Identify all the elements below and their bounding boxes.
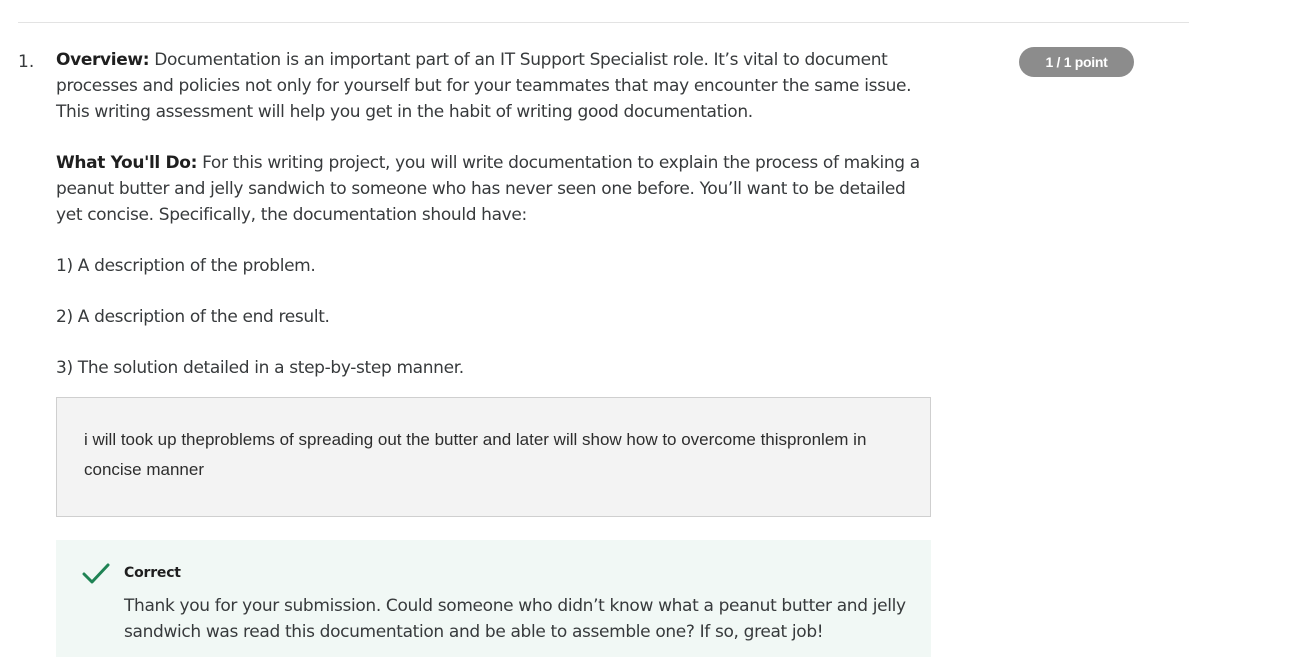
requirement-item: 2) A description of the end result. <box>56 307 330 327</box>
requirement-item: 3) The solution detailed in a step-by-st… <box>56 358 464 378</box>
feedback-text: Thank you for your submission. Could som… <box>124 596 906 642</box>
points-badge: 1 / 1 point <box>1019 47 1134 77</box>
feedback-panel: Correct Thank you for your submission. C… <box>56 540 931 657</box>
overview-paragraph: Overview: Documentation is an important … <box>56 47 936 125</box>
todo-label: What You'll Do: <box>56 153 198 173</box>
overview-text: Documentation is an important part of an… <box>56 50 912 122</box>
checkmark-icon <box>82 563 110 584</box>
submitted-answer-text: i will took up theproblems of spreading … <box>84 430 867 479</box>
question-number: 1. <box>18 52 35 72</box>
top-divider <box>18 22 1189 23</box>
requirement-item: 1) A description of the problem. <box>56 256 316 276</box>
overview-label: Overview: <box>56 50 150 70</box>
todo-paragraph: What You'll Do: For this writing project… <box>56 150 936 228</box>
question-prompt: Overview: Documentation is an important … <box>56 47 936 406</box>
feedback-status: Correct <box>124 565 181 581</box>
submitted-answer-box: i will took up theproblems of spreading … <box>56 397 931 517</box>
